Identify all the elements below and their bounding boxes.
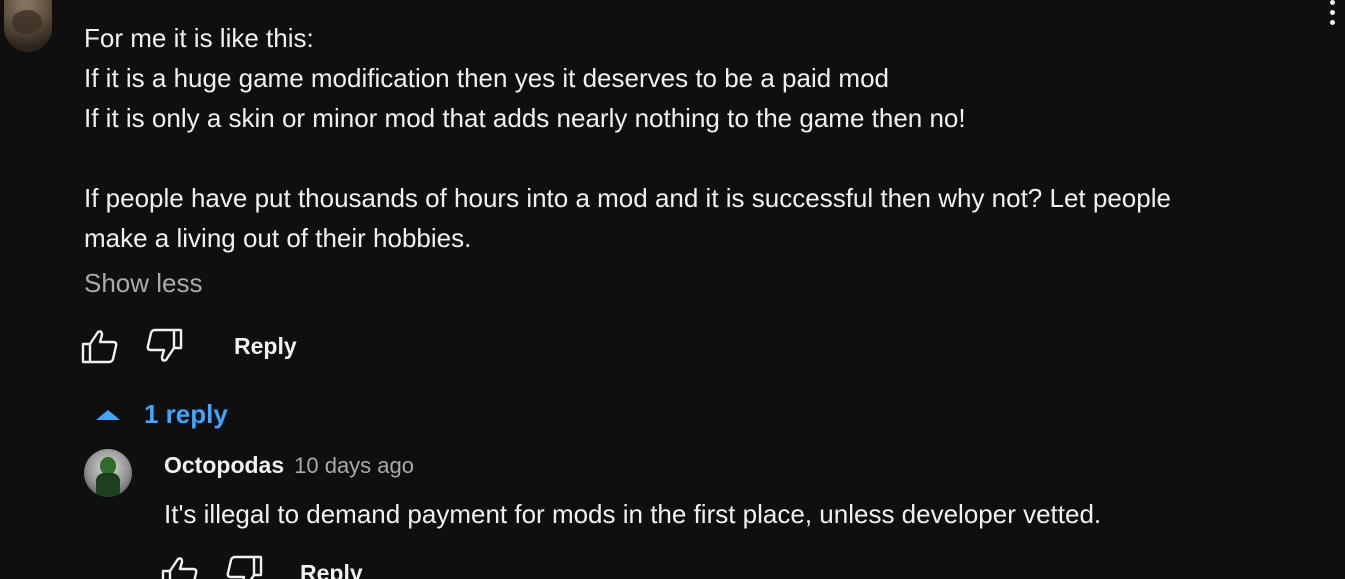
comment-line: If people have put thousands of hours in… — [84, 183, 1171, 213]
reply-like-button[interactable] — [160, 553, 200, 579]
comment-body: For me it is like this: If it is a huge … — [84, 18, 1284, 258]
replies-toggle[interactable]: 1 reply — [92, 394, 228, 434]
more-vert-icon[interactable] — [1326, 0, 1338, 30]
reply-author-name[interactable]: Octopodas — [164, 452, 284, 479]
reply-actions: Reply — [160, 551, 363, 579]
show-less-button[interactable]: Show less — [84, 268, 203, 299]
thumbs-up-icon — [161, 557, 198, 579]
replies-count-label: 1 reply — [144, 398, 228, 429]
comment-line — [84, 138, 1284, 178]
comment-thread: For me it is like this: If it is a huge … — [0, 0, 1345, 579]
reply-body: It's illegal to demand payment for mods … — [164, 499, 1102, 529]
comment-line: If it is only a skin or minor mod that a… — [84, 103, 966, 133]
caret-up-icon — [96, 410, 120, 420]
reply-button[interactable]: Reply — [234, 333, 297, 360]
thumbs-up-icon — [81, 330, 118, 364]
like-button[interactable] — [80, 326, 120, 366]
commenter-avatar[interactable] — [4, 0, 52, 52]
reply-timestamp[interactable]: 10 days ago — [294, 453, 414, 479]
thumbs-down-icon — [226, 555, 263, 579]
dislike-button[interactable] — [144, 326, 184, 366]
reply-author-avatar[interactable] — [84, 449, 132, 497]
comment-line: For me it is like this: — [84, 23, 314, 53]
reply-reply-button[interactable]: Reply — [300, 560, 363, 579]
reply-dislike-button[interactable] — [224, 553, 264, 579]
comment-line: make a living out of their hobbies. — [84, 223, 472, 253]
comment-actions: Reply — [80, 324, 297, 368]
reply-header: Octopodas 10 days ago — [164, 452, 414, 479]
thumbs-down-icon — [146, 328, 183, 362]
comment-line: If it is a huge game modification then y… — [84, 63, 890, 93]
comment-header-cropped — [84, 0, 404, 2]
